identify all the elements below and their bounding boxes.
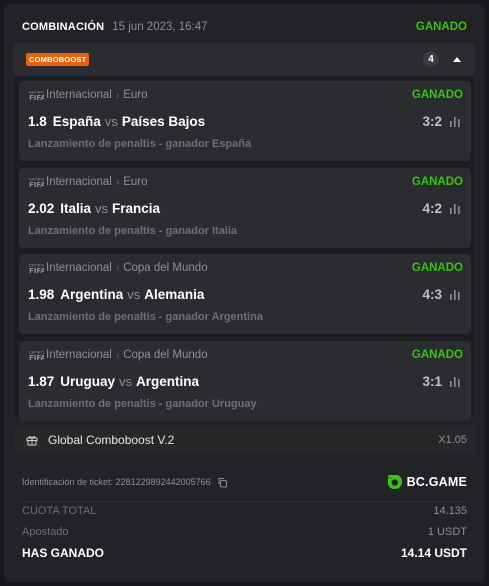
bet-league-row: ESPORTS FIFA Internacional › Copa del Mu…: [28, 348, 463, 362]
selection-count: 4: [423, 51, 439, 67]
ticket-row: Identificación de ticket: 22812298924420…: [22, 471, 467, 493]
comboboost-badge: COMBOBOOST: [26, 52, 90, 66]
bet-vs: vs: [104, 113, 118, 129]
ticket-id: Identificación de ticket: 22812298924420…: [22, 477, 211, 487]
chevron-up-icon[interactable]: [453, 56, 461, 62]
bet-match-row: 1.98 Argentina vs Alemania 4:3: [28, 284, 463, 304]
bet-league: Copa del Mundo: [123, 349, 208, 361]
bet-league: Euro: [123, 176, 148, 188]
chevron-right-icon: ›: [115, 262, 120, 274]
bet-market: Lanzamiento de penaltis - ganador Argent…: [28, 311, 263, 323]
slip-header: COMBINACIÓN 15 jun 2023, 16:47 GANADO: [22, 16, 467, 38]
stats-icon[interactable]: [449, 289, 461, 300]
chevron-right-icon: ›: [115, 349, 120, 361]
fifa-icon: ESPORTS FIFA: [29, 178, 44, 189]
slip-title: COMBINACIÓN: [22, 21, 105, 33]
bet-away-team: Argentina: [136, 373, 200, 389]
bet-vs: vs: [95, 200, 109, 216]
bet-status: GANADO: [411, 89, 463, 101]
chevron-right-icon: ›: [115, 89, 120, 101]
bet-home-team: Uruguay: [60, 373, 116, 389]
won-row: HAS GANADO 14.14 USDT: [22, 544, 467, 562]
bet-away-team: Países Bajos: [121, 113, 206, 129]
bet-item[interactable]: ESPORTS FIFA Internacional › Copa del Mu…: [19, 341, 471, 421]
chevron-right-icon: ›: [115, 176, 120, 188]
bc-game-logo-icon: [387, 475, 402, 489]
gift-icon: [26, 436, 38, 446]
bet-score: 3:2: [422, 113, 442, 129]
bet-odds: 2.02: [28, 200, 55, 216]
staked-row: Apostado 1 USDT: [22, 523, 467, 541]
global-comboboost-multiplier: X1.05: [438, 434, 467, 446]
total-odds-value: 14.135: [433, 505, 467, 517]
bet-league: Euro: [123, 89, 148, 101]
bet-home-team: Italia: [60, 200, 92, 216]
bet-item[interactable]: ESPORTS FIFA Internacional › Euro GANADO…: [19, 168, 471, 248]
svg-text:FIFA: FIFA: [29, 181, 44, 188]
fifa-icon: ESPORTS FIFA: [29, 264, 44, 275]
bet-score: 4:2: [422, 200, 442, 216]
won-value: 14.14 USDT: [400, 546, 467, 560]
copy-icon[interactable]: [217, 477, 228, 488]
bet-status: GANADO: [411, 176, 463, 188]
bet-category: Internacional: [46, 262, 112, 274]
global-comboboost-label: Global Comboboost V.2: [48, 433, 175, 447]
fifa-icon: ESPORTS FIFA: [29, 91, 44, 102]
bet-match-row: 1.87 Uruguay vs Argentina 3:1: [28, 371, 463, 391]
bet-market: Lanzamiento de penaltis - ganador Italia: [28, 225, 238, 237]
slip-date: 15 jun 2023, 16:47: [112, 21, 208, 33]
bet-score: 3:1: [422, 373, 442, 389]
brand-name: BC.GAME: [406, 475, 467, 489]
svg-text:FIFA: FIFA: [29, 354, 44, 361]
stats-icon[interactable]: [449, 116, 461, 127]
staked-value: 1 USDT: [427, 526, 467, 538]
bet-odds: 1.87: [28, 373, 55, 389]
staked-label: Apostado: [22, 526, 69, 538]
bet-league-row: ESPORTS FIFA Internacional › Copa del Mu…: [28, 261, 463, 275]
bet-status: GANADO: [411, 349, 463, 361]
bet-league-row: ESPORTS FIFA Internacional › Euro GANADO: [28, 175, 463, 189]
bet-away-team: Alemania: [144, 286, 205, 302]
bet-odds: 1.8: [28, 113, 47, 129]
bet-item[interactable]: ESPORTS FIFA Internacional › Euro GANADO…: [19, 81, 471, 161]
bet-home-team: España: [52, 113, 101, 129]
bet-market: Lanzamiento de penaltis - ganador Urugua…: [28, 398, 257, 410]
bet-market: Lanzamiento de penaltis - ganador España: [28, 138, 252, 150]
stats-icon[interactable]: [449, 203, 461, 214]
bet-item[interactable]: ESPORTS FIFA Internacional › Copa del Mu…: [19, 254, 471, 334]
svg-text:FIFA: FIFA: [29, 94, 44, 101]
svg-text:FIFA: FIFA: [29, 267, 44, 274]
bet-status: GANADO: [411, 262, 463, 274]
bet-away-team: Francia: [112, 200, 161, 216]
bets-list: ESPORTS FIFA Internacional › Euro GANADO…: [14, 76, 475, 421]
bet-league-row: ESPORTS FIFA Internacional › Euro GANADO: [28, 88, 463, 102]
bet-slip-card: COMBINACIÓN 15 jun 2023, 16:47 GANADO CO…: [4, 4, 485, 582]
global-comboboost: Global Comboboost V.2 X1.05: [14, 426, 475, 454]
won-label: HAS GANADO: [22, 546, 105, 560]
bet-category: Internacional: [46, 349, 112, 361]
comboboost-toggle[interactable]: COMBOBOOST 4: [14, 42, 475, 76]
brand: BC.GAME: [386, 474, 467, 490]
bet-category: Internacional: [46, 176, 112, 188]
stats-icon[interactable]: [449, 376, 461, 387]
total-odds-label: CUOTA TOTAL: [22, 505, 97, 517]
bet-category: Internacional: [46, 89, 112, 101]
bet-vs: vs: [119, 373, 133, 389]
bet-odds: 1.98: [28, 286, 55, 302]
bet-league: Copa del Mundo: [123, 262, 208, 274]
bet-match-row: 1.8 España vs Países Bajos 3:2: [28, 111, 463, 131]
bet-vs: vs: [127, 286, 141, 302]
bet-match-row: 2.02 Italia vs Francia 4:2: [28, 198, 463, 218]
slip-status: GANADO: [415, 21, 467, 33]
total-odds-row: CUOTA TOTAL 14.135: [22, 502, 467, 520]
bet-score: 4:3: [422, 286, 442, 302]
bet-home-team: Argentina: [60, 286, 124, 302]
fifa-icon: ESPORTS FIFA: [29, 351, 44, 362]
